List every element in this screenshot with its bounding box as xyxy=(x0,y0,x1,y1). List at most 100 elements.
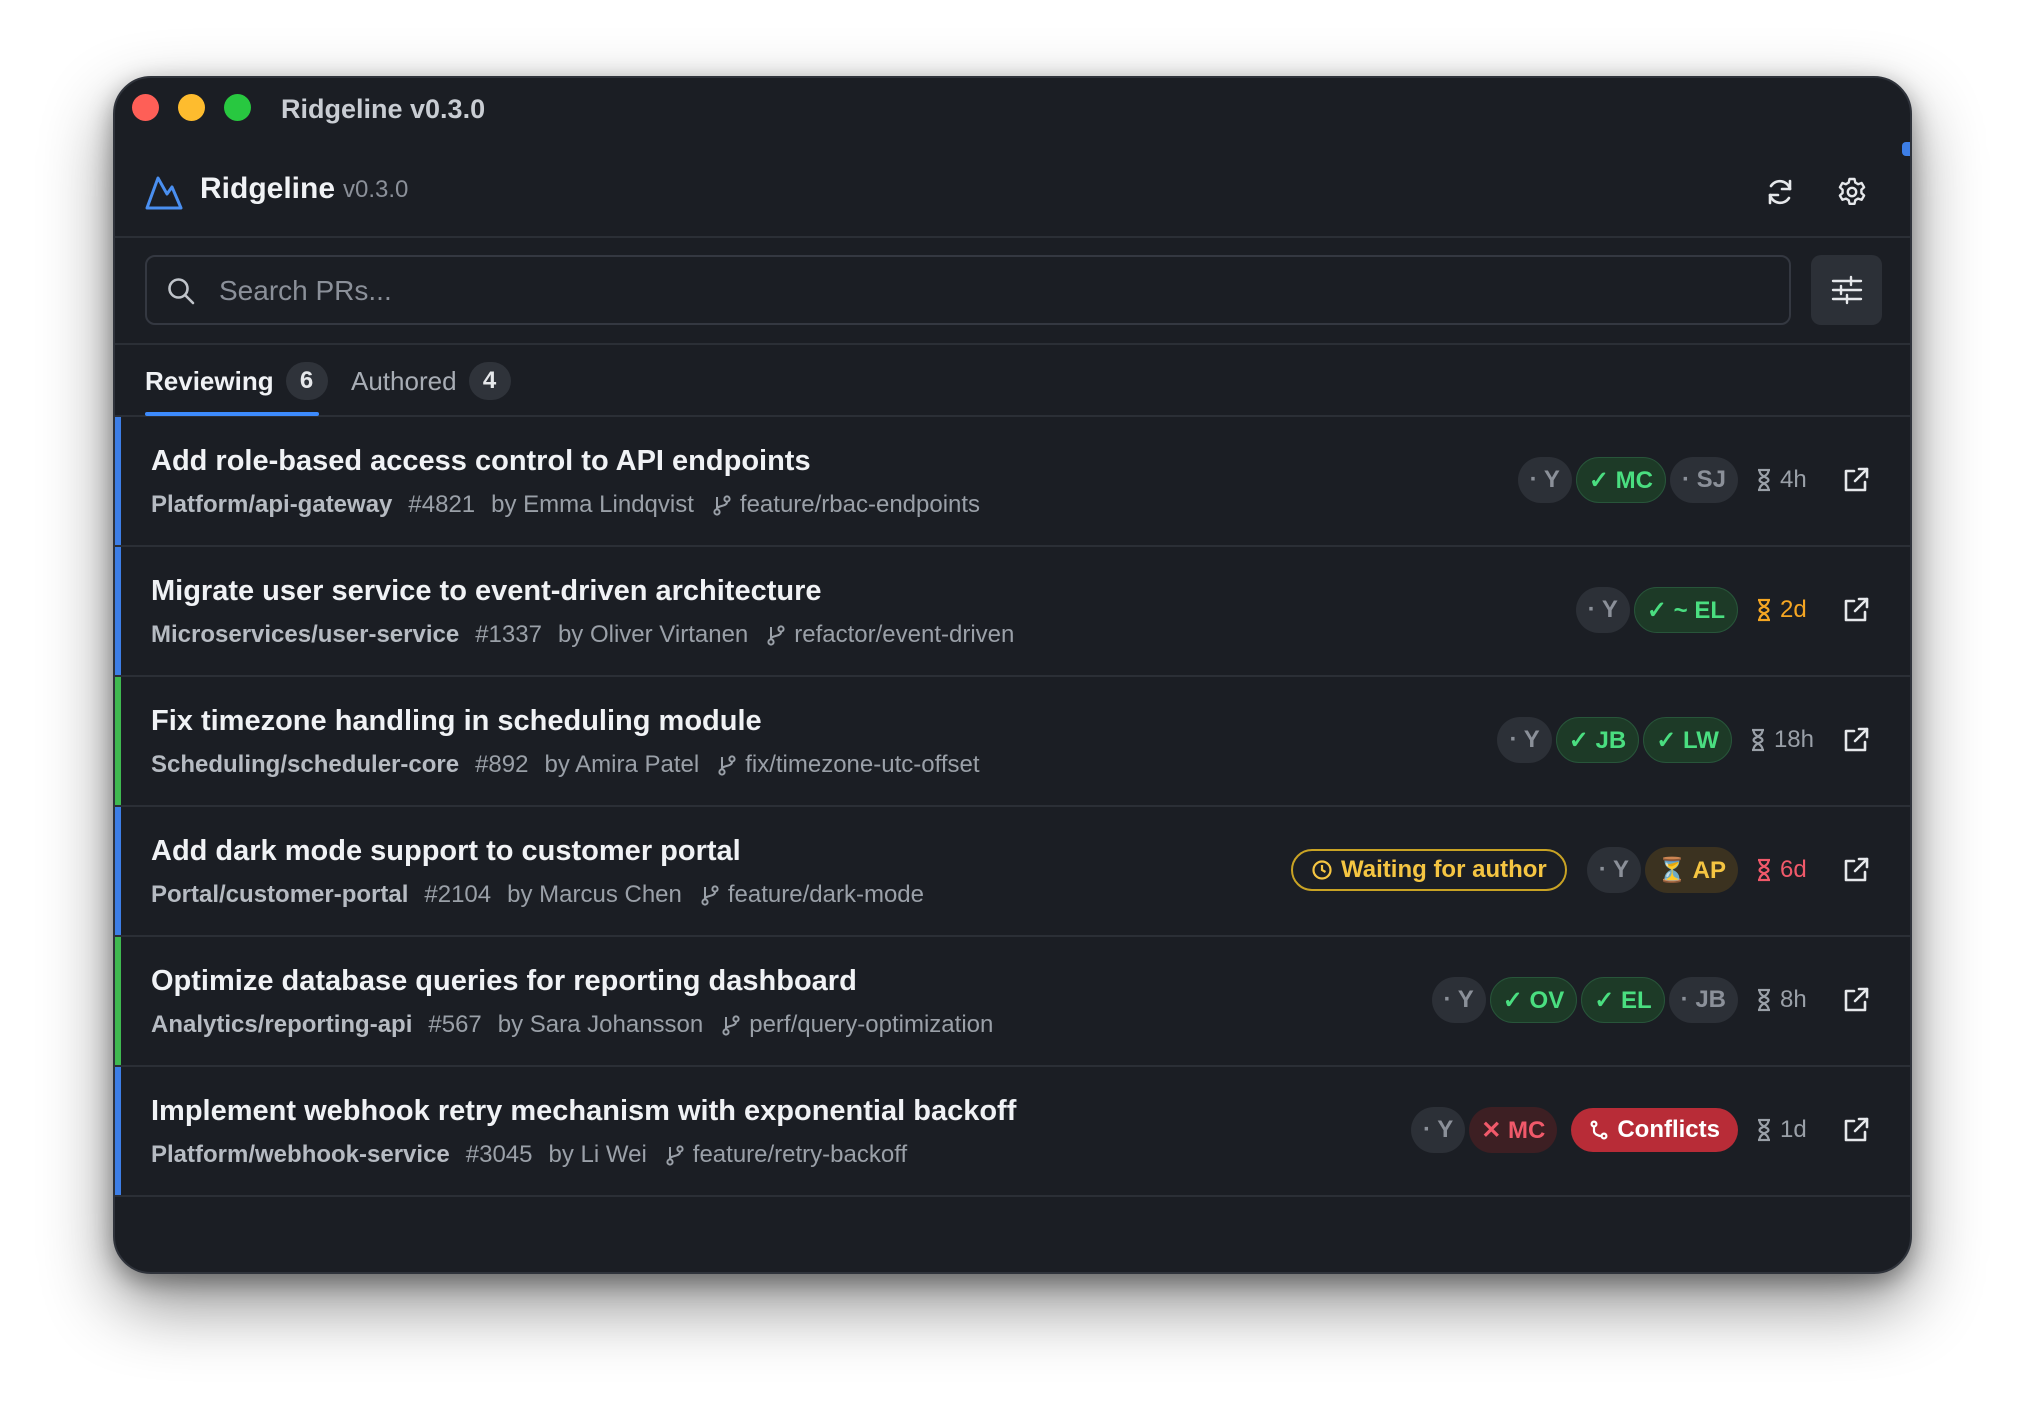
search-box xyxy=(145,255,1791,325)
reviewer-chip[interactable]: · Y xyxy=(1586,847,1641,893)
external-link-icon xyxy=(1844,727,1869,752)
conflicts-badge: Conflicts xyxy=(1571,1108,1738,1152)
external-link-icon xyxy=(1844,597,1869,622)
reviewer-chip[interactable]: ✓ EL xyxy=(1581,977,1665,1023)
pr-status-group: · Y ✓ MC · SJ 4h xyxy=(1514,455,1872,505)
reviewer-chip[interactable]: ⏳ AP xyxy=(1645,847,1738,893)
pr-branch: feature/dark-mode xyxy=(727,881,924,908)
pr-number: #3045 xyxy=(465,1141,533,1168)
pr-meta: Platform/webhook-service #3045 by Li Wei… xyxy=(151,1141,907,1169)
refresh-button[interactable] xyxy=(1760,172,1800,212)
pr-number: #2104 xyxy=(424,881,492,908)
row-accent-bar xyxy=(115,547,121,675)
gear-icon xyxy=(1838,177,1866,205)
hourglass-icon xyxy=(1758,468,1770,492)
sliders-icon xyxy=(1831,275,1862,305)
reviewer-chip[interactable]: · SJ xyxy=(1669,457,1738,503)
minimize-window-button[interactable] xyxy=(178,94,205,121)
settings-button[interactable] xyxy=(1832,172,1872,212)
app-version: v0.3.0 xyxy=(343,176,409,203)
pr-title[interactable]: Migrate user service to event-driven arc… xyxy=(151,575,821,608)
hourglass-icon xyxy=(1758,1118,1770,1142)
pr-row[interactable]: Migrate user service to event-driven arc… xyxy=(115,547,1910,677)
app-window: Ridgeline v0.3.0 Ridgeline v0.3.0 Search… xyxy=(113,76,1912,1274)
row-accent-bar xyxy=(115,937,121,1065)
pr-status-group: · Y ✓ OV ✓ EL · JB 8h xyxy=(1428,975,1872,1025)
pr-number: #4821 xyxy=(408,491,476,518)
open-external-button[interactable] xyxy=(1840,984,1872,1016)
conflicts-label: Conflicts xyxy=(1617,1116,1720,1143)
tab-reviewing[interactable]: Reviewing 6 xyxy=(145,355,328,407)
pr-age: 18h xyxy=(1750,726,1814,754)
reviewer-chip[interactable]: ✕ MC xyxy=(1469,1107,1558,1153)
reviewer-chip[interactable]: · Y xyxy=(1575,587,1630,633)
reviewer-chip[interactable]: · Y xyxy=(1517,457,1572,503)
pr-author: by Oliver Virtanen xyxy=(557,621,749,648)
pr-repo: Scheduling/scheduler-core xyxy=(151,751,460,778)
pr-row[interactable]: Fix timezone handling in scheduling modu… xyxy=(115,677,1910,807)
reviewer-chip[interactable]: · Y xyxy=(1410,1107,1466,1153)
hourglass-icon xyxy=(1751,728,1764,752)
git-branch-icon xyxy=(666,1145,684,1166)
reviewer-chip[interactable]: ✓ OV xyxy=(1489,977,1578,1023)
open-external-button[interactable] xyxy=(1840,464,1872,496)
pr-age-label: 4h xyxy=(1780,466,1807,493)
reviewer-chip[interactable]: · Y xyxy=(1431,977,1486,1023)
pr-meta: Scheduling/scheduler-core #892 by Amira … xyxy=(151,751,980,779)
pr-row[interactable]: Add role-based access control to API end… xyxy=(115,417,1910,547)
search-input[interactable] xyxy=(217,269,1761,313)
reviewer-chip[interactable]: ✓ ~ EL xyxy=(1633,587,1738,633)
open-external-button[interactable] xyxy=(1840,724,1872,756)
open-external-button[interactable] xyxy=(1840,594,1872,626)
pr-number: #567 xyxy=(428,1011,482,1038)
pr-age-label: 1d xyxy=(1780,1116,1807,1143)
filter-button[interactable] xyxy=(1811,255,1882,325)
tab-authored[interactable]: Authored 4 xyxy=(351,355,511,407)
window-title: Ridgeline v0.3.0 xyxy=(281,94,486,124)
pr-meta: Microservices/user-service #1337 by Oliv… xyxy=(151,621,1014,649)
close-window-button[interactable] xyxy=(132,94,159,121)
pr-title[interactable]: Fix timezone handling in scheduling modu… xyxy=(151,705,762,738)
reviewer-chip[interactable]: ✓ LW xyxy=(1643,717,1732,763)
pr-status-group: · Y ✓ JB ✓ LW 18h xyxy=(1493,715,1872,765)
git-branch-icon xyxy=(767,625,785,646)
pr-meta: Analytics/reporting-api #567 by Sara Joh… xyxy=(151,1011,993,1039)
pr-branch: feature/rbac-endpoints xyxy=(739,491,981,518)
pr-repo: Microservices/user-service xyxy=(151,621,460,648)
pr-row[interactable]: Optimize database queries for reporting … xyxy=(115,937,1910,1067)
pr-age-label: 18h xyxy=(1773,726,1814,753)
pr-title[interactable]: Optimize database queries for reporting … xyxy=(151,965,857,998)
open-external-button[interactable] xyxy=(1840,854,1872,886)
refresh-icon xyxy=(1768,179,1792,205)
pr-repo: Platform/api-gateway xyxy=(151,491,393,518)
reviewer-chip[interactable]: ✓ MC xyxy=(1575,457,1666,503)
row-accent-bar xyxy=(115,1067,121,1195)
pr-age: 6d xyxy=(1756,856,1814,884)
git-branch-icon xyxy=(722,1015,740,1036)
tab-count-badge: 6 xyxy=(285,362,328,400)
pr-status-group: · Y ✕ MC Conflicts 1d xyxy=(1407,1105,1872,1155)
waiting-for-author-badge: Waiting for author xyxy=(1291,849,1567,891)
pr-author: by Marcus Chen xyxy=(507,881,682,908)
git-branch-icon xyxy=(713,495,731,516)
reviewer-chip[interactable]: · JB xyxy=(1668,977,1738,1023)
zoom-window-button[interactable] xyxy=(224,94,251,121)
app-name: Ridgeline xyxy=(200,172,336,205)
external-link-icon xyxy=(1844,1117,1869,1142)
external-link-icon xyxy=(1844,467,1869,492)
tab-count-badge: 4 xyxy=(468,362,511,400)
pr-row[interactable]: Add dark mode support to customer portal… xyxy=(115,807,1910,937)
reviewer-chip[interactable]: ✓ JB xyxy=(1555,717,1640,763)
search-icon xyxy=(168,278,195,305)
waiting-badge-label: Waiting for author xyxy=(1341,856,1547,883)
open-external-button[interactable] xyxy=(1840,1114,1872,1146)
pr-row[interactable]: Implement webhook retry mechanism with e… xyxy=(115,1067,1910,1197)
pr-list: Add role-based access control to API end… xyxy=(115,417,1910,1197)
reviewer-chip[interactable]: · Y xyxy=(1497,717,1552,763)
pr-title[interactable]: Add dark mode support to customer portal xyxy=(151,835,741,868)
pr-status-group: · Y ✓ ~ EL 2d xyxy=(1572,585,1872,635)
pr-status-group: Waiting for author · Y ⏳ AP 6d xyxy=(1291,845,1872,895)
pr-age: 2d xyxy=(1756,596,1814,624)
pr-title[interactable]: Add role-based access control to API end… xyxy=(151,445,811,478)
pr-title[interactable]: Implement webhook retry mechanism with e… xyxy=(151,1095,1016,1128)
